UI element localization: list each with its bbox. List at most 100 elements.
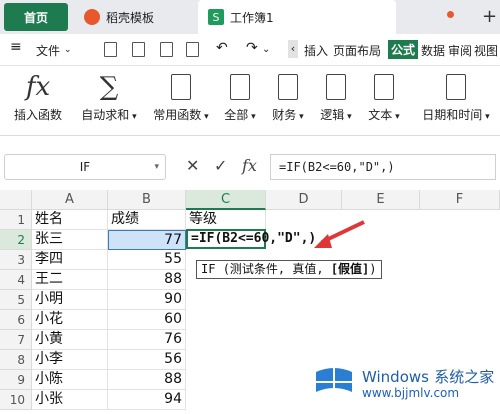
star-function-icon [171,74,191,100]
menu-formula[interactable]: 公式 [388,40,419,59]
print-preview-icon[interactable] [186,42,199,57]
cancel-icon[interactable]: ✕ [186,156,199,175]
tab-template-label: 稻壳模板 [106,10,155,25]
tooltip-bold-arg: [假值] [330,262,370,276]
datetime-label: 日期和时间 [422,108,483,122]
tab-workbook-label: 工作簿1 [230,10,274,25]
row-header-10[interactable]: 10 [0,390,32,410]
unsaved-dot-icon [447,11,454,18]
cell-a6[interactable]: 小花 [32,310,108,330]
watermark-url: www.bjjmlv.com [362,386,460,400]
cell-b7[interactable]: 76 [108,330,186,350]
column-header-f[interactable]: F [420,190,500,210]
insert-function-button[interactable]: fx 插入函数 [8,72,68,123]
cell-b3[interactable]: 55 [108,250,186,270]
tab-bar: 首页 稻壳模板 S 工作簿1 + [0,0,500,34]
autosum-label: 自动求和 [81,108,130,122]
redo-icon[interactable]: ↷ [246,40,258,56]
cell-b8[interactable]: 56 [108,350,186,370]
watermark-brand: Windows 系统之家 [362,368,495,386]
row-header-8[interactable]: 8 [0,350,32,370]
docer-logo-icon [84,9,100,25]
cell-b10[interactable]: 94 [108,390,186,410]
hamburger-icon[interactable]: ≡ [10,39,22,55]
row-header-2[interactable]: 2 [0,230,32,250]
cell-a5[interactable]: 小明 [32,290,108,310]
cell-a4[interactable]: 王二 [32,270,108,290]
finance-book-icon [278,74,298,100]
menu-view[interactable]: 视图 [474,42,498,59]
text-book-icon [374,74,394,100]
menu-data[interactable]: 数据 [421,42,445,59]
cell-c2-editor[interactable]: =IF(B2<=60,"D",) [186,229,316,249]
logic-button[interactable]: 逻辑 ▾ [316,72,356,123]
cell-a10[interactable]: 小张 [32,390,108,410]
export-pdf-icon[interactable] [132,42,145,57]
undo-icon[interactable]: ↶ [216,40,228,56]
name-box[interactable]: IF ▾ [4,154,166,180]
select-all-corner[interactable] [0,190,32,210]
row-header-1[interactable]: 1 [0,210,32,230]
cell-a7[interactable]: 小黄 [32,330,108,350]
datetime-button[interactable]: 日期和时间 ▾ [414,72,498,123]
function-book-icon [230,74,250,100]
column-header-b[interactable]: B [108,190,186,210]
menu-bar: ≡ 文件 ⌄ ↶ ↷ ⌄ ‹ 插入 页面布局 公式 数据 审阅 视图 [0,34,500,66]
autosum-button[interactable]: ∑ 自动求和 ▾ [74,72,144,123]
cell-b6[interactable]: 60 [108,310,186,330]
logic-label: 逻辑 [320,108,345,122]
row-header-7[interactable]: 7 [0,330,32,350]
fx-icon[interactable]: fx [242,156,257,175]
cell-b9[interactable]: 88 [108,370,186,390]
cell-c1[interactable]: 等级 [186,210,266,230]
column-header-c[interactable]: C [186,190,266,210]
column-header-e[interactable]: E [342,190,420,210]
chevron-down-icon[interactable]: ▾ [154,162,159,172]
tooltip-close: ) [369,262,377,276]
cell-b5[interactable]: 90 [108,290,186,310]
cell-a1[interactable]: 姓名 [32,210,108,230]
chevron-down-icon[interactable]: ⌄ [64,45,72,55]
save-icon[interactable] [104,42,117,57]
sigma-icon: ∑ [99,72,119,102]
menu-page-layout[interactable]: 页面布局 [333,42,381,59]
cell-a8[interactable]: 小李 [32,350,108,370]
spreadsheet-icon: S [208,9,224,25]
print-icon[interactable] [160,42,173,57]
cell-a3[interactable]: 李四 [32,250,108,270]
tooltip-func: IF [201,262,216,276]
cell-b1[interactable]: 成绩 [108,210,186,230]
all-functions-button[interactable]: 全部 ▾ [220,72,260,123]
menu-review[interactable]: 审阅 [448,42,472,59]
tab-template[interactable]: 稻壳模板 [76,3,194,31]
cell-a9[interactable]: 小陈 [32,370,108,390]
name-box-value: IF [79,160,91,174]
finance-button[interactable]: 财务 ▾ [268,72,308,123]
menu-file[interactable]: 文件 [36,42,60,59]
row-header-4[interactable]: 4 [0,270,32,290]
row-header-5[interactable]: 5 [0,290,32,310]
finance-label: 财务 [272,108,297,122]
tab-workbook[interactable]: S 工作簿1 [198,0,396,34]
formula-input[interactable]: =IF(B2<=60,"D",) [270,154,496,180]
text-functions-label: 文本 [368,108,393,122]
column-header-d[interactable]: D [266,190,342,210]
menu-insert[interactable]: 插入 [304,42,328,59]
scroll-left-icon[interactable]: ‹ [288,40,298,58]
cell-a2[interactable]: 张三 [32,230,108,250]
cell-b2[interactable]: 77 [108,230,186,250]
row-header-9[interactable]: 9 [0,370,32,390]
function-tooltip: IF (测试条件, 真值, [假值]) [196,260,382,279]
chevron-down-icon[interactable]: ⌄ [262,44,270,55]
row-header-6[interactable]: 6 [0,310,32,330]
tab-home[interactable]: 首页 [4,3,68,31]
common-functions-button[interactable]: 常用函数 ▾ [148,72,214,123]
cell-b4[interactable]: 88 [108,270,186,290]
row-header-3[interactable]: 3 [0,250,32,270]
all-functions-label: 全部 [224,108,249,122]
confirm-icon[interactable]: ✓ [214,156,227,175]
logic-book-icon [326,74,346,100]
new-tab-button[interactable]: + [482,6,497,27]
column-header-a[interactable]: A [32,190,108,210]
text-functions-button[interactable]: 文本 ▾ [364,72,404,123]
